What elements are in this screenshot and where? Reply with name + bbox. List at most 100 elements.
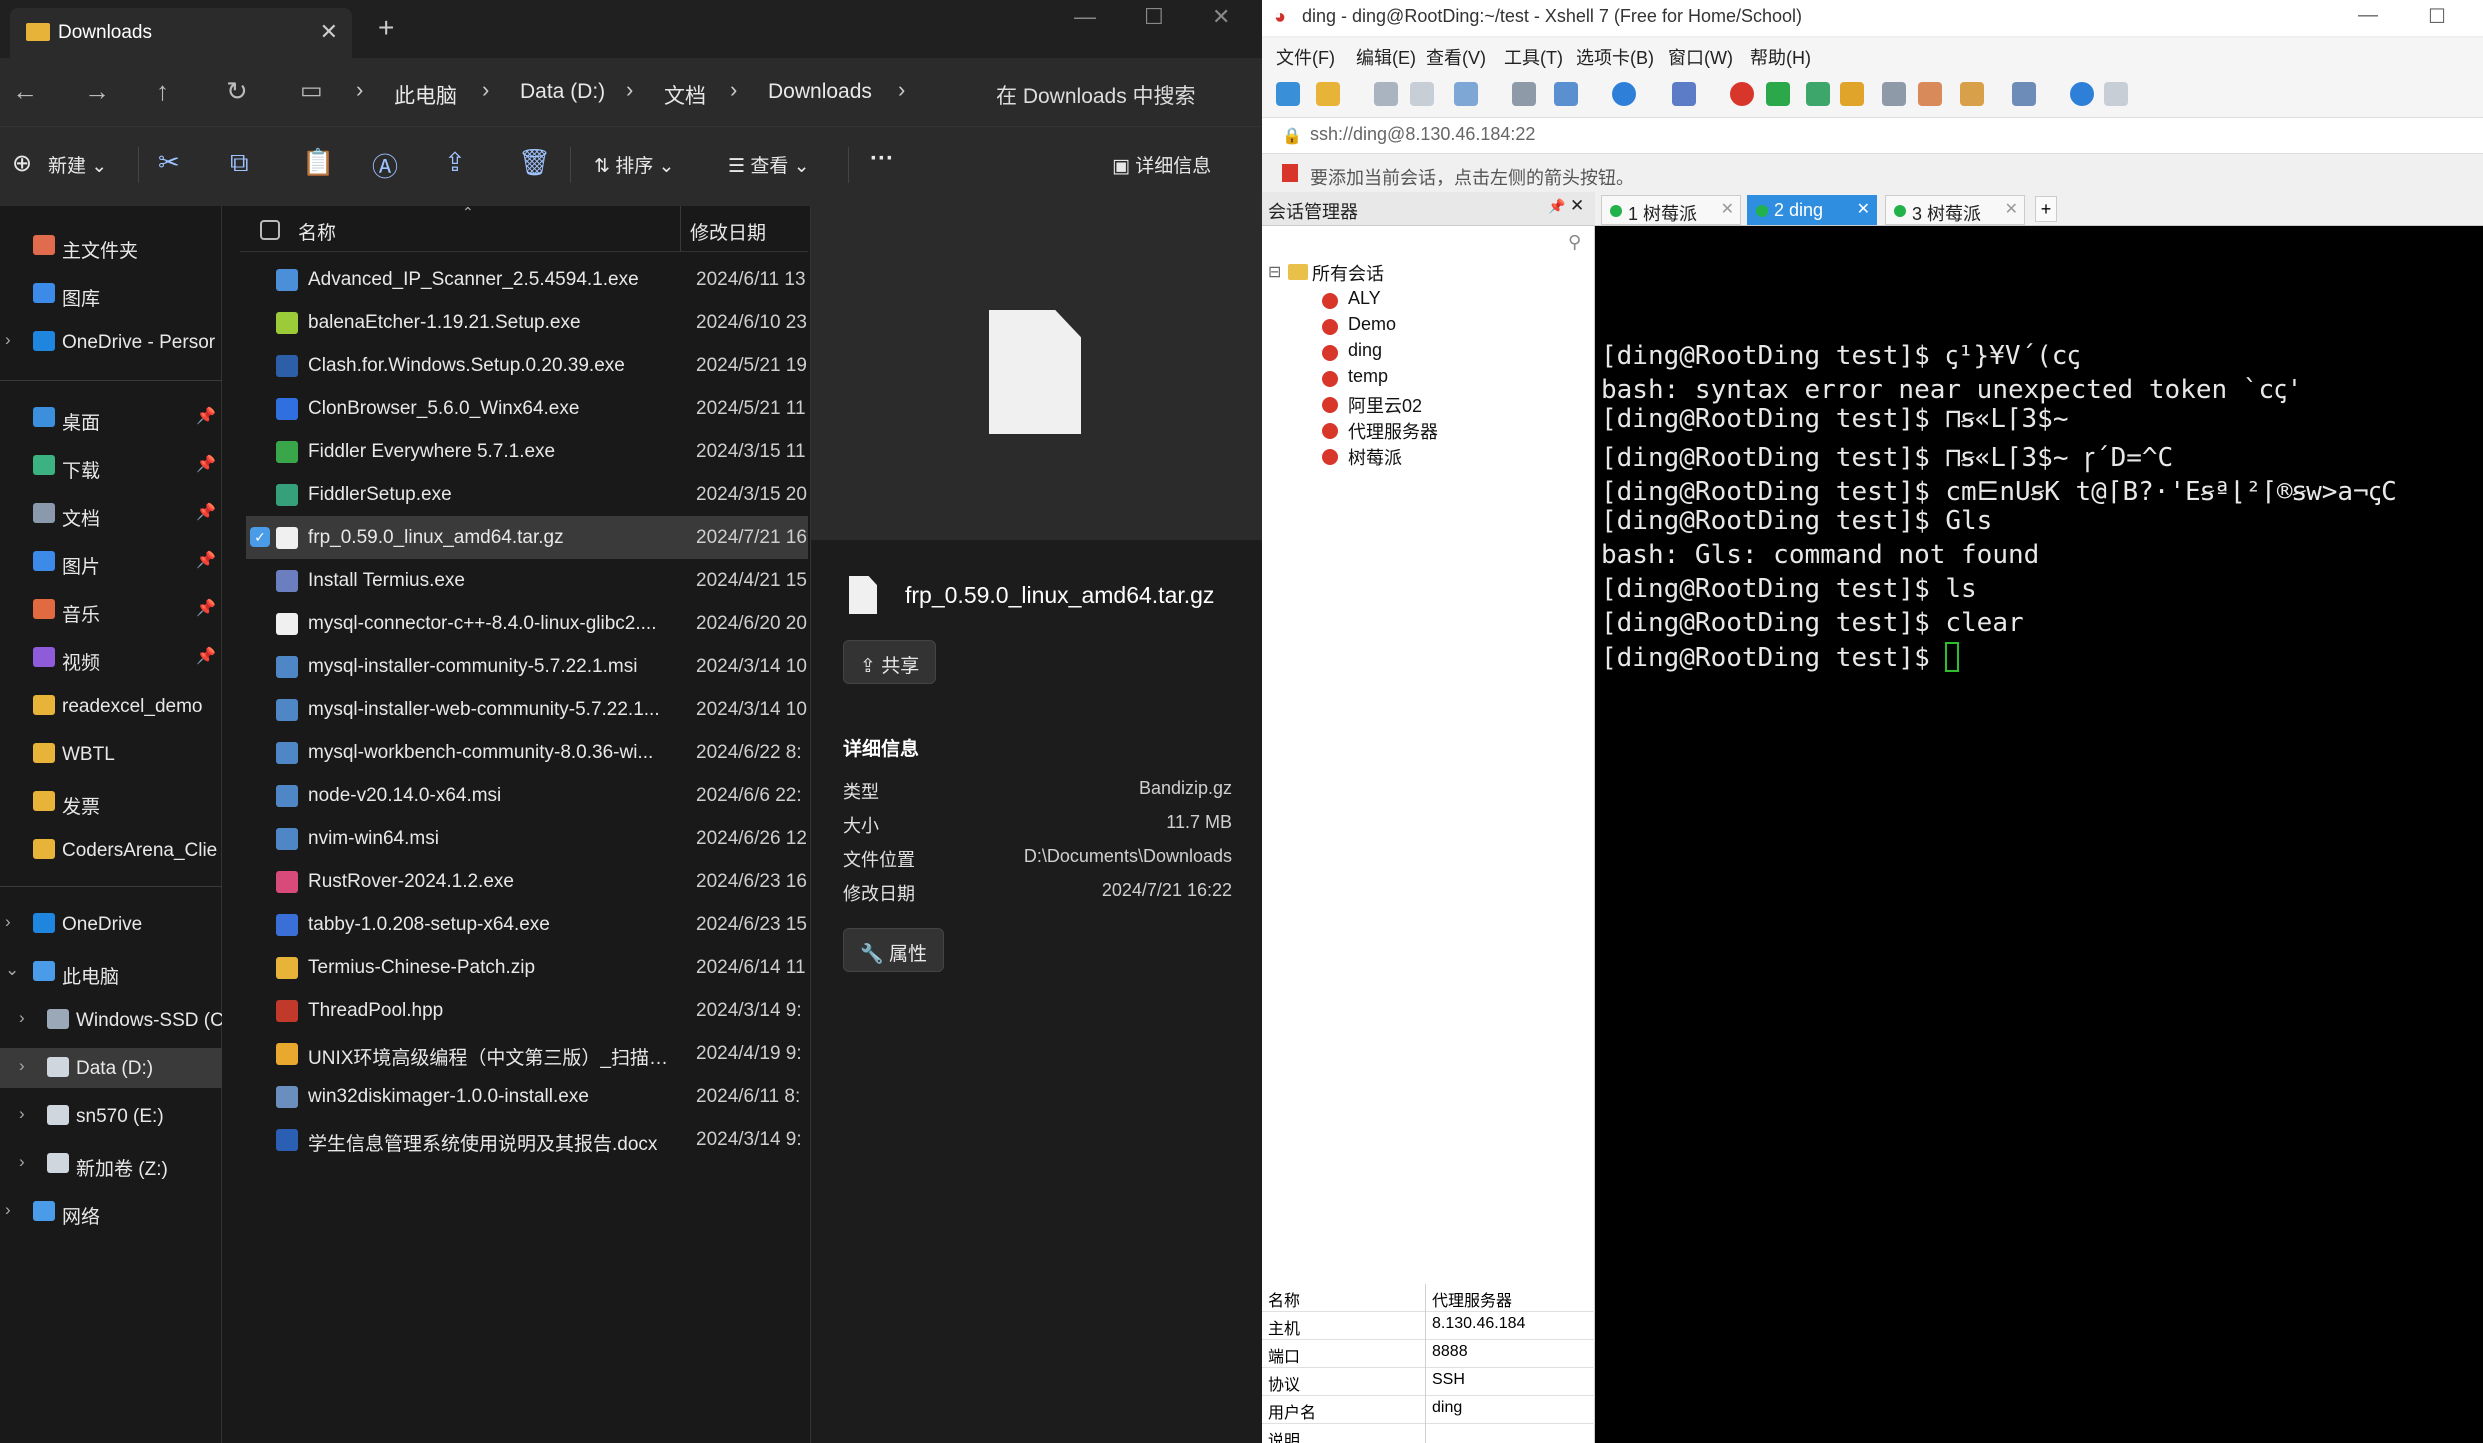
session-root-all[interactable]: 所有会话	[1312, 260, 1384, 286]
file-row[interactable]: mysql-installer-community-5.7.22.1.msi 20…	[246, 645, 808, 688]
copy-icon[interactable]: ⧉	[230, 147, 249, 179]
font-icon[interactable]	[1672, 82, 1696, 106]
menu-item[interactable]: 工具(T)	[1504, 44, 1563, 70]
xshell-snail-icon[interactable]	[1730, 82, 1754, 106]
chevron-right-icon[interactable]: ›	[5, 1200, 11, 1220]
breadcrumb-documents[interactable]: 文档	[664, 80, 706, 110]
lock-icon[interactable]	[1840, 82, 1864, 106]
chevron-right-icon[interactable]: ›	[19, 1152, 25, 1172]
open-folder-icon[interactable]	[1316, 82, 1340, 106]
breadcrumb-downloads[interactable]: Downloads	[768, 80, 872, 104]
chevron-right-icon[interactable]: ›	[19, 1056, 25, 1076]
file-row[interactable]: win32diskimager-1.0.0-install.exe 2024/6/…	[246, 1075, 808, 1118]
new-button[interactable]: 新建 ⌄	[48, 151, 107, 178]
sidebar-item-network[interactable]: › 网络	[0, 1192, 222, 1232]
sidebar-item-folder[interactable]: readexcel_demo	[0, 686, 222, 726]
help-icon[interactable]	[2070, 82, 2094, 106]
session-tab[interactable]: 3 树莓派 ✕	[1885, 195, 2025, 225]
layout-icon[interactable]	[2012, 82, 2036, 106]
tab-close-button[interactable]: ✕	[1721, 199, 1734, 219]
file-row[interactable]: Advanced_IP_Scanner_2.5.4594.1.exe 2024/6…	[246, 258, 808, 301]
rename-icon[interactable]: Ⓐ	[372, 147, 398, 184]
sidebar-item-pictures[interactable]: 图片 📌	[0, 542, 222, 582]
properties-button[interactable]: 🔧 属性	[843, 928, 944, 972]
pin-icon[interactable]: 📌	[196, 598, 216, 618]
file-row[interactable]: mysql-workbench-community-8.0.36-wi... 20…	[246, 731, 808, 774]
sidebar-item-desktop[interactable]: 桌面 📌	[0, 398, 222, 438]
minimize-icon[interactable]: —	[1074, 4, 1096, 30]
share-button[interactable]: ⇪ 共享	[843, 640, 937, 684]
pin-icon[interactable]: 📌	[196, 646, 216, 666]
column-name-header[interactable]: 名称	[298, 218, 336, 245]
menu-item[interactable]: 窗口(W)	[1668, 44, 1733, 70]
menu-item[interactable]: 文件(F)	[1276, 44, 1335, 70]
file-row[interactable]: Install Termius.exe 2024/4/21 15	[246, 559, 808, 602]
column-date-header[interactable]: 修改日期	[690, 218, 766, 245]
properties-icon[interactable]	[1454, 82, 1478, 106]
session-item[interactable]: 树莓派	[1348, 444, 1402, 470]
monitor-icon[interactable]: ▭	[300, 76, 323, 105]
file-row[interactable]: mysql-installer-web-community-5.7.22.1..…	[246, 688, 808, 731]
back-arrow-icon[interactable]: ←	[12, 76, 38, 107]
file-row[interactable]: ThreadPool.hpp 2024/3/14 9:	[246, 989, 808, 1032]
sidebar-item-folder[interactable]: 发票	[0, 782, 222, 822]
sidebar-item-onedrive[interactable]: › OneDrive - Persor	[0, 322, 222, 362]
xftp-icon[interactable]	[1766, 82, 1790, 106]
row-checkbox[interactable]: ✓	[250, 527, 270, 547]
session-item[interactable]: ALY	[1348, 288, 1381, 309]
refresh-icon[interactable]: ↻	[226, 76, 248, 107]
sort-button[interactable]: ⇅ 排序 ⌄	[594, 151, 674, 178]
breadcrumb-this-pc[interactable]: 此电脑	[394, 80, 457, 110]
pin-icon[interactable]: 📌	[196, 406, 216, 426]
forward-arrow-icon[interactable]: →	[84, 76, 110, 107]
view-button[interactable]: ☰ 查看 ⌄	[728, 151, 810, 178]
close-icon[interactable]: ✕	[1212, 4, 1230, 30]
session-tab[interactable]: 1 树莓派 ✕	[1601, 195, 1741, 225]
more-options-button[interactable]: ···	[870, 145, 894, 173]
highlight-icon[interactable]	[1918, 82, 1942, 106]
chevron-right-icon[interactable]: ›	[5, 912, 11, 932]
file-row[interactable]: nvim-win64.msi 2024/6/26 12	[246, 817, 808, 860]
fullscreen-icon[interactable]	[1806, 82, 1830, 106]
chevron-right-icon[interactable]: ›	[19, 1008, 25, 1028]
script-icon[interactable]	[1960, 82, 1984, 106]
file-row[interactable]: mysql-connector-c++-8.4.0-linux-glibc2..…	[246, 602, 808, 645]
terminal-screen[interactable]: [ding@RootDing test]$ ꞔ¹}¥V´(cꞔ bash: syn…	[1595, 226, 2483, 1443]
menu-item[interactable]: 编辑(E)	[1356, 44, 1416, 70]
collapse-toggle-icon[interactable]: ⊟	[1268, 262, 1281, 282]
menu-item[interactable]: 查看(V)	[1426, 44, 1486, 70]
session-item[interactable]: 阿里云02	[1348, 392, 1422, 418]
cut-icon[interactable]: ✂	[158, 147, 180, 178]
globe-icon[interactable]	[1612, 82, 1636, 106]
sidebar-item-onedrive[interactable]: › OneDrive	[0, 904, 222, 944]
delete-icon[interactable]: 🗑	[518, 147, 551, 178]
sidebar-item-download[interactable]: 下载 📌	[0, 446, 222, 486]
sidebar-item-drive[interactable]: › Data (D:)	[0, 1048, 222, 1088]
pin-icon[interactable]: 📌	[196, 502, 216, 522]
file-row[interactable]: UNIX环境高级编程（中文第三版）_扫描版 (... 2024/4/19 9:	[246, 1032, 808, 1075]
menu-item[interactable]: 选项卡(B)	[1576, 44, 1654, 70]
session-item[interactable]: 代理服务器	[1348, 418, 1438, 444]
menu-item[interactable]: 帮助(H)	[1750, 44, 1811, 70]
sidebar-item-music[interactable]: 音乐 📌	[0, 590, 222, 630]
new-session-icon[interactable]	[1276, 82, 1300, 106]
sidebar-item-gallery[interactable]: 图库	[0, 274, 222, 314]
sidebar-item-drive[interactable]: › 新加卷 (Z:)	[0, 1144, 222, 1184]
tab-close-button[interactable]: ✕	[1857, 199, 1870, 219]
session-address[interactable]: ssh://ding@8.130.46.184:22	[1310, 124, 1535, 145]
transfer-icon[interactable]	[1554, 82, 1578, 106]
file-row[interactable]: Termius-Chinese-Patch.zip 2024/6/14 11	[246, 946, 808, 989]
details-pane-button[interactable]: ▣ 详细信息	[1112, 151, 1211, 178]
session-item[interactable]: temp	[1348, 366, 1388, 387]
file-row[interactable]: Clash.for.Windows.Setup.0.20.39.exe 2024/…	[246, 344, 808, 387]
bookmark-icon[interactable]	[1282, 164, 1298, 182]
sidebar-item-drive[interactable]: › Windows-SSD (C	[0, 1000, 222, 1040]
tab-close-button[interactable]: ✕	[320, 19, 338, 45]
chevron-right-icon[interactable]: ›	[19, 1104, 25, 1124]
sidebar-item-home[interactable]: 主文件夹	[0, 226, 222, 266]
unlink-icon[interactable]	[1410, 82, 1434, 106]
up-arrow-icon[interactable]: ↑	[156, 76, 169, 107]
pin-icon[interactable]: 📌	[196, 454, 216, 474]
column-divider[interactable]	[680, 206, 681, 252]
file-row[interactable]: RustRover-2024.1.2.exe 2024/6/23 16	[246, 860, 808, 903]
